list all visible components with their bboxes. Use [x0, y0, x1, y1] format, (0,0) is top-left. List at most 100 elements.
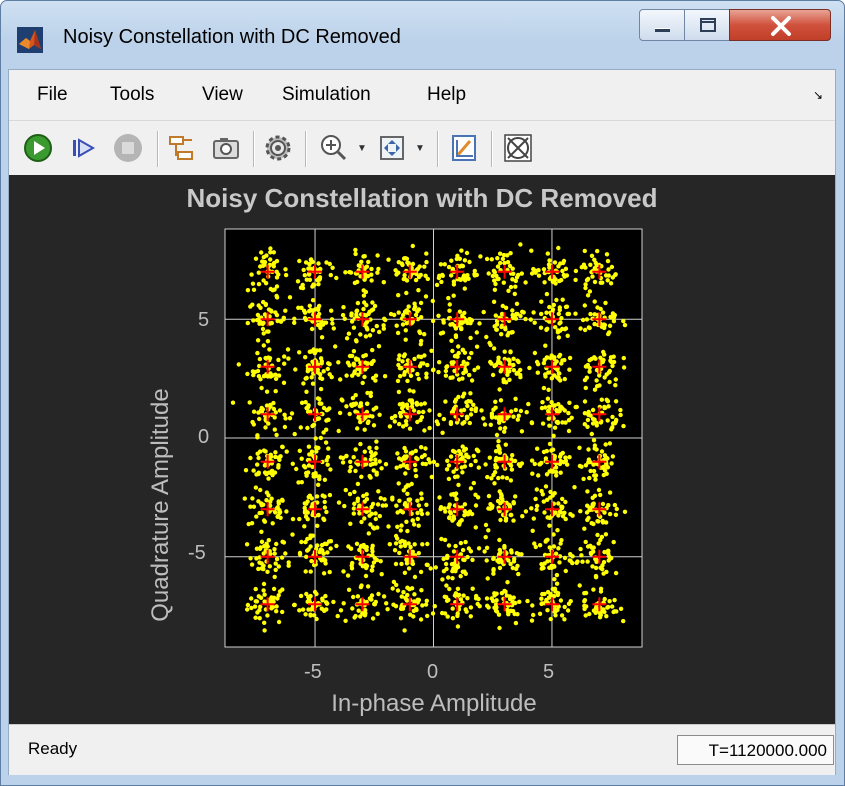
sample-point [589, 521, 594, 526]
sample-point [275, 596, 280, 601]
sample-point [543, 372, 548, 377]
minimize-button[interactable] [639, 9, 685, 41]
sample-point [484, 558, 489, 563]
sample-point [518, 242, 523, 247]
reference-constellation-button[interactable] [501, 131, 535, 165]
sample-point [350, 373, 355, 378]
sample-point [282, 354, 287, 359]
sample-point [383, 462, 389, 467]
sample-point [433, 565, 438, 570]
sample-point [586, 515, 591, 521]
title-bar[interactable]: Noisy Constellation with DC Removed [1, 1, 844, 67]
sample-point [363, 563, 368, 568]
sample-point [577, 445, 582, 450]
zoom-in-button[interactable] [317, 131, 351, 165]
sample-point [604, 614, 609, 619]
sample-point [543, 484, 549, 489]
highlight-block-button[interactable] [165, 131, 199, 165]
maximize-button[interactable] [684, 9, 730, 41]
sample-point [395, 378, 401, 384]
sample-point [404, 256, 410, 261]
menu-collapse-arrow-icon[interactable]: ↘ [813, 88, 823, 102]
settings-button[interactable] [261, 131, 295, 165]
sample-point [509, 548, 514, 553]
sample-point [373, 511, 378, 516]
sample-point [483, 522, 489, 528]
sample-point [257, 416, 262, 422]
sample-point [423, 446, 428, 451]
sample-point [364, 497, 370, 502]
sample-point [518, 313, 523, 319]
sample-point [357, 511, 362, 516]
sample-point [547, 304, 552, 310]
sample-point [402, 628, 407, 633]
sample-point [413, 473, 419, 479]
menu-help[interactable]: Help [427, 84, 466, 106]
sample-point [475, 601, 480, 607]
menu-view[interactable]: View [202, 84, 243, 106]
sample-point [553, 551, 559, 556]
sample-point [230, 400, 236, 405]
sample-point [254, 514, 259, 519]
sample-point [451, 516, 457, 521]
sample-point [601, 349, 606, 355]
plot-panel: Noisy Constellation with DC Removed -5 0… [9, 175, 835, 724]
sample-point [412, 462, 418, 468]
sample-point [474, 344, 480, 349]
sample-point [257, 510, 262, 516]
sample-point [566, 410, 571, 416]
sample-point [498, 398, 504, 403]
sample-point [353, 338, 359, 343]
sample-point [405, 378, 410, 384]
style-button[interactable] [447, 131, 481, 165]
sample-point [367, 445, 372, 450]
constellation-plot[interactable] [9, 175, 835, 724]
sample-point [297, 550, 303, 556]
sample-point [601, 560, 607, 565]
run-button[interactable] [21, 131, 55, 165]
sample-point [253, 586, 258, 592]
sample-point [376, 344, 382, 349]
sample-point [453, 397, 459, 402]
sample-point [353, 251, 358, 257]
sample-point [423, 294, 429, 299]
sample-point [508, 349, 513, 354]
menu-simulation[interactable]: Simulation [282, 84, 371, 106]
sample-point [497, 625, 502, 631]
sample-point [379, 466, 384, 471]
close-button[interactable] [729, 9, 831, 41]
sample-point [451, 293, 456, 298]
stop-button[interactable] [111, 131, 145, 165]
sample-point [264, 541, 269, 546]
menu-file[interactable]: File [37, 84, 68, 106]
sample-point [402, 276, 408, 282]
sample-point [425, 276, 430, 282]
sample-point [467, 372, 472, 378]
zoom-dropdown-arrow-icon[interactable]: ▼ [357, 143, 367, 154]
snapshot-button[interactable] [209, 131, 243, 165]
sample-point [283, 272, 289, 278]
sample-point [349, 319, 355, 324]
window-title: Noisy Constellation with DC Removed [63, 26, 401, 48]
sample-point [402, 273, 407, 278]
step-forward-button[interactable] [67, 131, 101, 165]
style-icon [452, 135, 476, 161]
autoscale-icon [380, 136, 404, 160]
sample-point [460, 263, 466, 269]
sample-point [455, 624, 461, 629]
sample-point [311, 282, 316, 287]
sample-point [509, 467, 515, 472]
sample-point [318, 372, 323, 377]
sample-point [256, 303, 261, 308]
menu-tools[interactable]: Tools [110, 84, 154, 106]
sample-point [562, 357, 567, 363]
sample-point [572, 485, 577, 490]
sample-point [555, 419, 560, 425]
sample-point [379, 572, 384, 577]
sample-point [413, 468, 418, 473]
autoscale-dropdown-arrow-icon[interactable]: ▼ [415, 143, 425, 154]
sample-point [403, 471, 408, 476]
sample-point [371, 560, 377, 565]
sample-point [327, 372, 332, 377]
autoscale-button[interactable] [375, 131, 409, 165]
